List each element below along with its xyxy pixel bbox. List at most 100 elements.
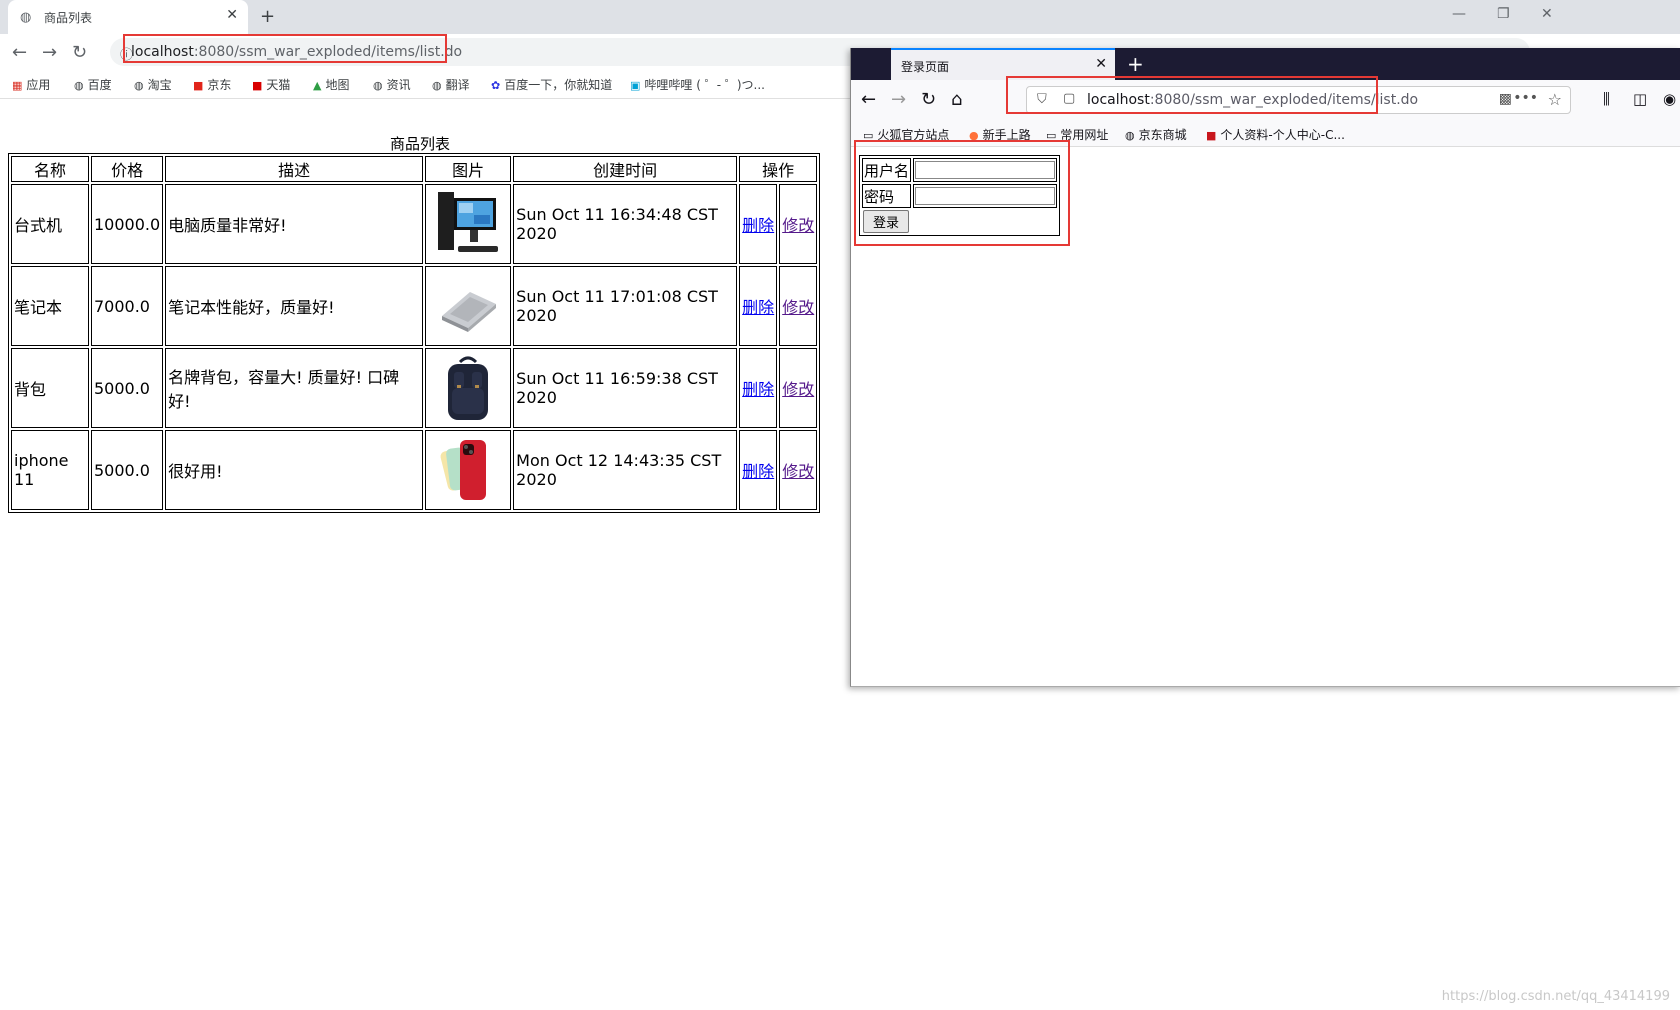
globe-icon: ◍	[134, 79, 144, 92]
paw-icon: ✿	[491, 79, 501, 92]
edit-link[interactable]: 修改	[782, 298, 814, 317]
header-price: 价格	[91, 156, 164, 182]
bookmark-apps[interactable]: ▦ 应用	[12, 76, 50, 93]
back-button[interactable]: ←	[861, 89, 876, 110]
bookmark-star-icon[interactable]: ☆	[1548, 90, 1562, 109]
cell-time: Sun Oct 11 16:59:38 CST 2020	[513, 348, 738, 428]
firefox-toolbar: ← → ↻ ⌂ ⛉ ▢ localhost:8080/ssm_war_explo…	[851, 76, 1680, 120]
cell-image	[425, 184, 512, 264]
table-row: 笔记本 7000.0 笔记本性能好，质量好! Sun Oct 11 17:01:…	[11, 266, 818, 346]
cell-edit: 修改	[779, 430, 818, 510]
cell-delete: 删除	[739, 266, 778, 346]
forward-button[interactable]: →	[42, 42, 57, 63]
bookmark-jd-mall[interactable]: ◍ 京东商城	[1125, 126, 1187, 143]
apps-grid-icon: ▦	[12, 79, 23, 92]
cell-desc: 很好用!	[165, 430, 424, 510]
firefox-new-tab-button[interactable]: +	[1127, 52, 1144, 76]
table-row: 台式机 10000.0 电脑质量非常好! Sun Oct 11 16:34:48…	[11, 184, 818, 264]
cell-name: iphone 11	[11, 430, 89, 510]
jd-icon: ■	[193, 79, 204, 92]
header-name: 名称	[11, 156, 89, 182]
firefox-page-content: 用户名 密码 登录	[851, 140, 1680, 686]
back-button[interactable]: ←	[12, 42, 27, 63]
desktop-computer-image	[436, 188, 500, 260]
bookmark-news[interactable]: ◍ 资讯	[373, 76, 411, 93]
cell-name: 背包	[11, 348, 89, 428]
globe-icon: ◍	[74, 79, 84, 92]
highlight-box	[1006, 76, 1378, 114]
cell-edit: 修改	[779, 348, 818, 428]
highlight-box	[123, 34, 447, 63]
qr-code-icon[interactable]: ▩	[1499, 91, 1512, 107]
bookmark-jd[interactable]: ■ 京东	[193, 76, 231, 93]
cell-delete: 删除	[739, 184, 778, 264]
delete-link[interactable]: 删除	[742, 462, 774, 481]
bookmark-baidu[interactable]: ◍ 百度	[74, 76, 112, 93]
bookmark-bilibili[interactable]: ▣ 哔哩哔哩 ( ゜- ゜)つ...	[630, 76, 765, 93]
tab-item-list[interactable]: ◍ 商品列表 ✕	[8, 0, 248, 34]
reload-button[interactable]: ↻	[921, 89, 936, 110]
table-row: 背包 5000.0 名牌背包，容量大! 质量好! 口碑好! Sun Oct 11…	[11, 348, 818, 428]
bookmark-tmall[interactable]: ■ 天猫	[252, 76, 290, 93]
globe-icon: ◍	[373, 79, 383, 92]
bookmark-translate[interactable]: ◍ 翻译	[432, 76, 470, 93]
cell-image	[425, 266, 512, 346]
more-actions-icon[interactable]: •••	[1513, 90, 1538, 106]
cell-price: 10000.0	[91, 184, 164, 264]
iphone-image	[436, 434, 500, 506]
forward-button[interactable]: →	[891, 89, 906, 110]
table-header-row: 名称 价格 描述 图片 创建时间 操作	[11, 156, 818, 182]
delete-link[interactable]: 删除	[742, 216, 774, 235]
bookmark-profile[interactable]: ■ 个人资料-个人中心-C...	[1206, 126, 1345, 143]
cell-name: 台式机	[11, 184, 89, 264]
items-table: 名称 价格 描述 图片 创建时间 操作 台式机 10000.0 电脑质量非常好!	[8, 153, 821, 513]
bookmark-map[interactable]: ▲ 地图	[313, 76, 349, 93]
edit-link[interactable]: 修改	[782, 462, 814, 481]
bookmark-baidu-search[interactable]: ✿ 百度一下，你就知道	[491, 76, 612, 93]
library-icon[interactable]: ⫼	[1603, 90, 1610, 108]
firefox-window: 登录页面 ✕ + ← → ↻ ⌂ ⛉ ▢ localhost:8080/ssm_…	[850, 48, 1680, 687]
delete-link[interactable]: 删除	[742, 298, 774, 317]
cell-edit: 修改	[779, 184, 818, 264]
cell-price: 5000.0	[91, 430, 164, 510]
close-tab-icon[interactable]: ✕	[1095, 56, 1107, 72]
globe-icon: ◍	[20, 10, 32, 25]
globe-icon: ◍	[1125, 129, 1135, 142]
edit-link[interactable]: 修改	[782, 380, 814, 399]
backpack-image	[436, 352, 500, 424]
cell-name: 笔记本	[11, 266, 89, 346]
tab-strip: ◍ 商品列表 ✕ + — ❐ ✕	[0, 0, 1680, 34]
close-tab-icon[interactable]: ✕	[226, 7, 238, 23]
reload-button[interactable]: ↻	[72, 42, 87, 63]
cell-price: 7000.0	[91, 266, 164, 346]
cell-time: Sun Oct 11 16:34:48 CST 2020	[513, 184, 738, 264]
new-tab-button[interactable]: +	[260, 6, 275, 27]
cell-delete: 删除	[739, 430, 778, 510]
cell-desc: 名牌背包，容量大! 质量好! 口碑好!	[165, 348, 424, 428]
watermark: https://blog.csdn.net/qq_43414199	[1441, 989, 1670, 1004]
cell-price: 5000.0	[91, 348, 164, 428]
firefox-tab-title: 登录页面	[901, 60, 950, 74]
header-image: 图片	[425, 156, 512, 182]
edit-link[interactable]: 修改	[782, 216, 814, 235]
cell-desc: 电脑质量非常好!	[165, 184, 424, 264]
cell-time: Sun Oct 11 17:01:08 CST 2020	[513, 266, 738, 346]
cell-time: Mon Oct 12 14:43:35 CST 2020	[513, 430, 738, 510]
home-icon[interactable]: ⌂	[951, 89, 962, 110]
table-row: iphone 11 5000.0 很好用! Mon Oct 12 14:43:3…	[11, 430, 818, 510]
delete-link[interactable]: 删除	[742, 380, 774, 399]
cell-image	[425, 430, 512, 510]
globe-icon: ◍	[432, 79, 442, 92]
account-icon[interactable]: ◉	[1663, 90, 1676, 108]
restore-button[interactable]: ❐	[1497, 6, 1510, 22]
minimize-button[interactable]: —	[1452, 6, 1466, 22]
table-caption: 商品列表	[390, 135, 451, 153]
cell-image	[425, 348, 512, 428]
close-window-button[interactable]: ✕	[1541, 6, 1553, 22]
cell-delete: 删除	[739, 348, 778, 428]
cell-desc: 笔记本性能好，质量好!	[165, 266, 424, 346]
highlight-box	[854, 140, 1070, 246]
sidebar-icon[interactable]: ◫	[1633, 90, 1647, 108]
bookmark-taobao[interactable]: ◍ 淘宝	[134, 76, 172, 93]
header-desc: 描述	[165, 156, 424, 182]
